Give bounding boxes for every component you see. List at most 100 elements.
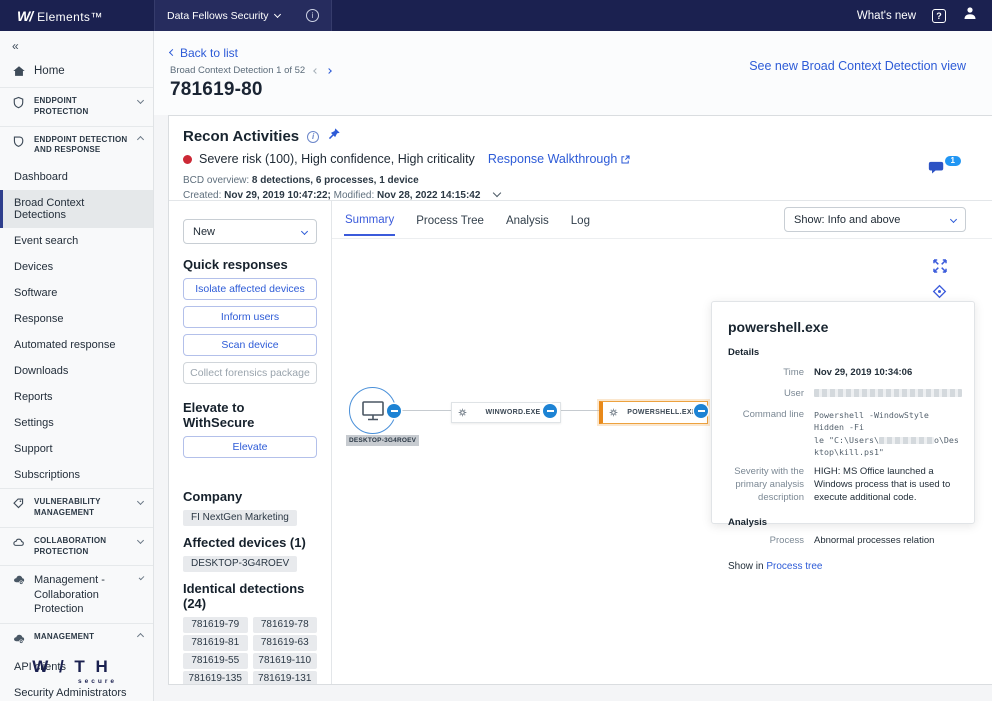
sidebar-section-edr[interactable]: ENDPOINT DETECTION AND RESPONSE (0, 126, 153, 165)
process-tree-canvas[interactable]: DESKTOP-3G4ROEV WINWORD.EXE POWERSHELL.E… (332, 239, 992, 684)
process-tree-link[interactable]: Process tree (766, 561, 822, 572)
expand-fullscreen-icon[interactable] (932, 258, 948, 274)
cloud-icon (12, 536, 26, 549)
company-info-icon[interactable]: i (306, 9, 319, 22)
sidebar-item-subscriptions[interactable]: Subscriptions (0, 462, 153, 488)
path-redacted (879, 437, 934, 444)
sidebar-section-management[interactable]: MANAGEMENT (0, 623, 153, 654)
command-line-label: Command line (728, 409, 804, 459)
logo-mark: W/ (17, 8, 32, 24)
chevron-up-icon (137, 136, 144, 143)
response-walkthrough-link[interactable]: Response Walkthrough (488, 152, 631, 166)
detection-chip[interactable]: 781619-55 (183, 653, 248, 669)
process-details-panel: powershell.exe Details Time Nov 29, 2019… (711, 301, 975, 524)
detection-chip[interactable]: 781619-79 (183, 617, 248, 633)
detection-name: Recon Activities (183, 128, 299, 145)
info-icon[interactable]: i (307, 131, 319, 143)
company-name: Data Fellows Security (167, 10, 269, 22)
detection-header: Recon Activities i Severe risk (100), Hi… (169, 116, 992, 201)
chevron-down-icon (139, 575, 145, 581)
sidebar-section-endpoint-protection[interactable]: ENDPOINT PROTECTION (0, 87, 153, 126)
sidebar-item-software[interactable]: Software (0, 280, 153, 306)
tab-summary[interactable]: Summary (344, 204, 395, 236)
center-view-icon[interactable] (932, 284, 948, 300)
collapse-node-button[interactable] (694, 404, 708, 418)
pin-icon[interactable] (327, 127, 341, 146)
inform-users-button[interactable]: Inform users (183, 306, 317, 328)
sidebar-item-response[interactable]: Response (0, 306, 153, 332)
user-value-redacted (814, 389, 962, 397)
tab-log[interactable]: Log (570, 205, 591, 235)
device-node-label[interactable]: DESKTOP-3G4ROEV (346, 435, 419, 446)
process-node-powershell-selected[interactable]: POWERSHELL.EXE (599, 401, 708, 424)
company-selector[interactable]: Data Fellows Security i (154, 0, 332, 31)
sidebar-section-vulnerability-management[interactable]: VULNERABILITY MANAGEMENT (0, 488, 153, 527)
comments-button[interactable]: 1 (928, 155, 962, 177)
show-filter-value: Show: Info and above (794, 214, 900, 226)
tab-process-tree[interactable]: Process Tree (415, 205, 485, 235)
tabs-row: Summary Process Tree Analysis Log Show: … (332, 201, 992, 239)
help-icon[interactable]: ? (932, 9, 946, 23)
company-chip: FI NextGen Marketing (183, 510, 297, 526)
sidebar-item-home[interactable]: Home (0, 57, 153, 87)
show-filter-select[interactable]: Show: Info and above (784, 207, 966, 232)
detection-chip[interactable]: 781619-110 (253, 653, 318, 669)
withsecure-logo: W / T H secure (0, 657, 143, 685)
collect-forensics-button[interactable]: Collect forensics package (183, 362, 317, 384)
sidebar-item-devices[interactable]: Devices (0, 254, 153, 280)
sidebar-item-downloads[interactable]: Downloads (0, 358, 153, 384)
status-select[interactable]: New (183, 219, 317, 244)
main-area: Back to list Broad Context Detection 1 o… (154, 31, 992, 701)
elevate-button[interactable]: Elevate (183, 436, 317, 458)
prev-detection-button[interactable] (313, 68, 319, 74)
logo-name: Elements™ (37, 10, 103, 24)
identical-detections-heading: Identical detections (24) (183, 581, 317, 611)
see-new-bcd-view-link[interactable]: See new Broad Context Detection view (749, 59, 966, 73)
detection-content: Summary Process Tree Analysis Log Show: … (332, 201, 992, 684)
sidebar-section-collaboration-protection[interactable]: COLLABORATION PROTECTION (0, 527, 153, 566)
detection-chip[interactable]: 781619-131 (253, 671, 318, 685)
overview-label: BCD overview: (183, 175, 249, 186)
detection-chip[interactable]: 781619-135 (183, 671, 248, 685)
isolate-devices-button[interactable]: Isolate affected devices (183, 278, 317, 300)
severity-description-label: Severity with the primary analysis descr… (728, 466, 804, 504)
sidebar-item-reports[interactable]: Reports (0, 384, 153, 410)
process-value: Abnormal processes relation (814, 535, 958, 548)
sidebar-collapse-button[interactable]: « (0, 31, 153, 57)
user-profile-icon[interactable] (962, 5, 978, 26)
sidebar-item-dashboard[interactable]: Dashboard (0, 164, 153, 190)
sidebar-item-automated-response[interactable]: Automated response (0, 332, 153, 358)
app-logo: W/ Elements™ (0, 8, 154, 24)
chevron-down-icon (950, 216, 957, 223)
sidebar-item-support[interactable]: Support (0, 436, 153, 462)
command-line-value: Powershell -WindowStyle Hidden -Fi le "C… (814, 409, 962, 459)
chevron-down-icon (137, 97, 144, 104)
sidebar-section-label: COLLABORATION PROTECTION (34, 536, 129, 558)
collapse-node-button[interactable] (387, 404, 401, 418)
company-heading: Company (183, 489, 317, 504)
whats-new-link[interactable]: What's new (857, 10, 916, 22)
tree-connector (396, 410, 452, 411)
detection-chip[interactable]: 781619-81 (183, 635, 248, 651)
next-detection-button[interactable] (326, 68, 332, 74)
tree-connector (561, 410, 601, 411)
detection-chip[interactable]: 781619-63 (253, 635, 318, 651)
expand-overview-button[interactable] (494, 187, 500, 202)
breadcrumb-text: Broad Context Detection 1 of 52 (170, 65, 305, 76)
process-node-label: POWERSHELL.EXE (623, 409, 701, 416)
affected-device-chip[interactable]: DESKTOP-3G4ROEV (183, 556, 297, 572)
back-to-list-link[interactable]: Back to list (170, 46, 238, 60)
process-gear-icon (458, 408, 467, 417)
sidebar-item-settings[interactable]: Settings (0, 410, 153, 436)
tab-analysis[interactable]: Analysis (505, 205, 550, 235)
detection-chip[interactable]: 781619-78 (253, 617, 318, 633)
created-value: Nov 29, 2019 10:47:22; (224, 190, 331, 201)
sidebar-item-broad-context-detections[interactable]: Broad Context Detections (0, 190, 153, 228)
sidebar-item-event-search[interactable]: Event search (0, 228, 153, 254)
collapse-node-button[interactable] (543, 404, 557, 418)
modified-value: Nov 28, 2022 14:15:42 (377, 190, 480, 201)
scan-device-button[interactable]: Scan device (183, 334, 317, 356)
withsecure-logo-sub: secure (52, 678, 143, 685)
quick-responses-heading: Quick responses (183, 257, 317, 272)
sidebar-section-management-collaboration[interactable]: Management - Collaboration Protection (0, 565, 153, 623)
